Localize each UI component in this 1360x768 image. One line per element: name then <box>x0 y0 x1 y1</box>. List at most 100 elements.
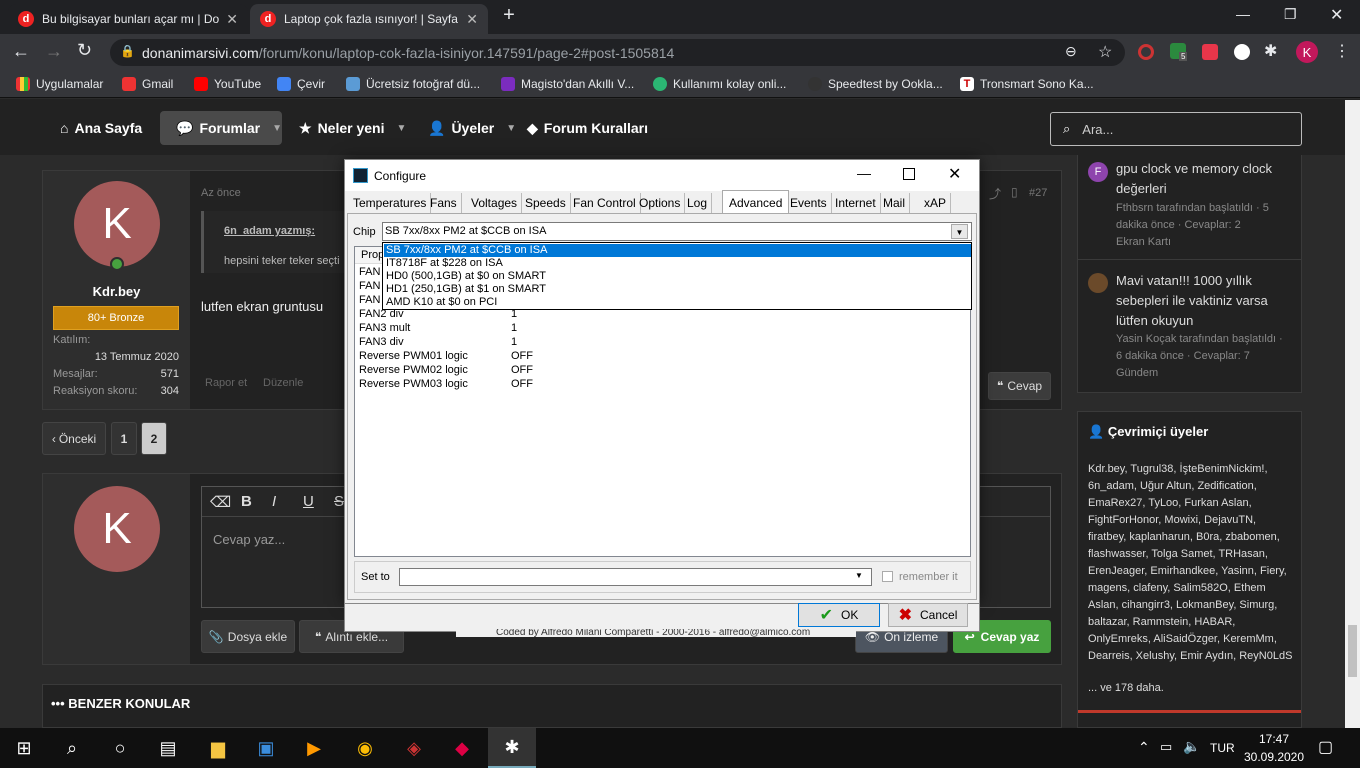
bookmark-youtube[interactable]: YouTube <box>194 75 261 93</box>
tab-options[interactable]: Options <box>635 193 686 213</box>
address-bar[interactable]: 🔒 donanimarsivi.com/forum/konu/laptop-co… <box>110 39 1125 66</box>
back-icon[interactable]: ← <box>12 41 30 62</box>
thread-avatar[interactable]: F <box>1088 162 1108 182</box>
profile-avatar[interactable]: K <box>1296 41 1318 63</box>
list-item[interactable]: FAN <box>359 294 380 306</box>
notification-icon[interactable]: ▢ <box>1318 737 1333 757</box>
quote-author[interactable]: 6n_adam yazmış: <box>224 225 315 237</box>
caret-down-icon[interactable]: ▼ <box>272 123 282 134</box>
bookmark-photo[interactable]: Ücretsiz fotoğraf dü... <box>346 75 480 93</box>
dropdown-option[interactable]: IT8718F at $228 on ISA <box>384 257 971 270</box>
chip-select[interactable]: SB 7xx/8xx PM2 at $CCB on ISA ▼ <box>382 222 972 241</box>
dropdown-option[interactable]: SB 7xx/8xx PM2 at $CCB on ISA <box>384 244 971 257</box>
online-more[interactable]: ... ve 178 daha. <box>1088 682 1164 694</box>
bookmark-gmail[interactable]: Gmail <box>122 75 173 93</box>
caret-down-icon[interactable]: ▼ <box>397 123 407 134</box>
file-explorer-icon[interactable]: ▆ <box>194 728 242 768</box>
reload-icon[interactable]: ↻ <box>77 40 92 61</box>
bookmark-tronsmart[interactable]: T Tronsmart Sono Ka... <box>960 75 1094 93</box>
game-icon[interactable]: ◆ <box>438 728 486 768</box>
dropdown-option[interactable]: HD0 (500,1GB) at $0 on SMART <box>384 270 971 283</box>
avatar[interactable]: K <box>74 181 160 267</box>
underline-button[interactable]: U <box>303 493 334 510</box>
tab-internet[interactable]: Internet <box>831 193 881 213</box>
set-to-select[interactable]: ▼ <box>399 568 872 586</box>
windows-start-icon[interactable]: ⊞ <box>0 728 48 768</box>
tab-temperatures[interactable]: Temperatures <box>349 193 432 213</box>
maximize-icon[interactable] <box>903 168 915 180</box>
bookmark-skype[interactable]: Kullanımı kolay onli... <box>653 75 786 93</box>
tab-active[interactable]: d Laptop çok fazla ısınıyor! | Sayfa 2 ✕ <box>250 4 488 34</box>
tab-log[interactable]: Log <box>683 193 713 213</box>
thread-title[interactable]: Mavi vatan!!! 1000 yıllık sebepleri ile … <box>1116 271 1296 331</box>
network-icon[interactable]: ▭ <box>1160 739 1172 755</box>
post-number[interactable]: #27 <box>1029 187 1047 199</box>
tab-speeds[interactable]: Speeds <box>521 193 571 213</box>
new-tab-button[interactable]: + <box>498 4 520 30</box>
page-2-button[interactable]: 2 <box>141 422 167 455</box>
scrollbar-thumb[interactable] <box>1348 625 1357 677</box>
cancel-button[interactable]: ✖ Cancel <box>888 603 968 627</box>
restore-icon[interactable]: ❐ <box>1284 6 1297 23</box>
username[interactable]: Kdr.bey <box>43 284 190 299</box>
task-view-icon[interactable]: ▤ <box>144 728 192 768</box>
media-player-icon[interactable]: ▶ <box>290 728 338 768</box>
minimize-icon[interactable]: — <box>857 165 871 181</box>
list-item[interactable]: FAN3 mult <box>359 322 410 334</box>
page-1-button[interactable]: 1 <box>111 422 137 455</box>
language-indicator[interactable]: TUR <box>1210 741 1235 755</box>
list-item[interactable]: Reverse PWM02 logic <box>359 364 468 376</box>
attach-file-button[interactable]: 📎 Dosya ekle <box>201 620 295 653</box>
dropdown-option[interactable]: HD1 (250,1GB) at $1 on SMART <box>384 283 971 296</box>
tab-advanced[interactable]: Advanced <box>722 190 790 214</box>
bookmark-translate[interactable]: Çevir <box>277 75 325 93</box>
nav-forums[interactable]: 💬 Forumlar ▼ <box>160 111 282 145</box>
thread-forum[interactable]: Gündem <box>1116 365 1158 382</box>
tab-fans[interactable]: Fans <box>426 193 462 213</box>
forward-icon[interactable]: → <box>45 41 63 62</box>
menu-kebab-icon[interactable]: ⋮ <box>1334 41 1350 61</box>
close-window-icon[interactable]: ✕ <box>1330 5 1343 25</box>
tab-mail[interactable]: Mail <box>879 193 911 213</box>
zoom-icon[interactable]: ⊖ <box>1065 43 1077 60</box>
search-icon[interactable]: ⌕ <box>48 728 96 768</box>
store-icon[interactable]: ▣ <box>242 728 290 768</box>
bookmark-apps[interactable]: Uygulamalar <box>16 75 103 93</box>
post-time[interactable]: Az önce <box>201 187 241 199</box>
close-tab-icon[interactable]: ✕ <box>226 11 238 28</box>
italic-button[interactable]: I <box>272 493 303 510</box>
bold-button[interactable]: B <box>241 493 272 510</box>
thread-title[interactable]: gpu clock ve memory clock değerleri <box>1116 159 1296 199</box>
list-item[interactable]: Reverse PWM01 logic <box>359 350 468 362</box>
tab-fan-control[interactable]: Fan Control <box>569 193 641 213</box>
bookmark-magisto[interactable]: Magisto'dan Akıllı V... <box>501 75 634 93</box>
cortana-icon[interactable]: ○ <box>96 728 144 768</box>
nav-whats-new[interactable]: ★ Neler yeni ▼ <box>299 114 406 142</box>
dropdown-arrow-icon[interactable]: ▼ <box>951 224 968 239</box>
close-tab-icon[interactable]: ✕ <box>466 11 478 28</box>
thread-forum[interactable]: Ekran Kartı <box>1116 234 1171 251</box>
dropdown-arrow-icon[interactable]: ▼ <box>855 571 863 580</box>
dropdown-option[interactable]: AMD K10 at $0 on PCI <box>384 296 971 309</box>
speedfan-taskbar-icon[interactable]: ✱ <box>488 728 536 768</box>
list-item[interactable]: Reverse PWM03 logic <box>359 378 468 390</box>
tab-events[interactable]: Events <box>786 193 832 213</box>
prev-page-button[interactable]: ‹ Önceki <box>42 422 106 455</box>
extension-icon[interactable] <box>1138 44 1154 60</box>
volume-icon[interactable]: 🔈 <box>1183 738 1200 755</box>
ok-button[interactable]: ✔ OK <box>798 603 880 627</box>
forum-search-input[interactable]: ⌕ Ara... <box>1050 112 1302 146</box>
tab-xap[interactable]: xAP <box>920 193 952 213</box>
share-icon[interactable]: ⤴ <box>989 185 1001 202</box>
nav-rules[interactable]: ◆ Forum Kuralları <box>527 114 648 142</box>
close-icon[interactable]: ✕ <box>948 164 961 184</box>
tab-inactive[interactable]: d Bu bilgisayar bunları açar mı | Do ✕ <box>8 4 248 34</box>
minimize-icon[interactable]: — <box>1236 6 1250 22</box>
bookmark-speedtest[interactable]: Speedtest by Ookla... <box>808 75 943 93</box>
extension-shield-icon[interactable]: 5 <box>1170 43 1188 61</box>
edit-link[interactable]: Düzenle <box>263 377 303 389</box>
page-scrollbar[interactable] <box>1345 100 1360 728</box>
thread-avatar[interactable] <box>1088 273 1108 293</box>
reply-button[interactable]: ❝ Cevap <box>988 372 1051 400</box>
nav-home[interactable]: ⌂ Ana Sayfa <box>60 114 142 142</box>
